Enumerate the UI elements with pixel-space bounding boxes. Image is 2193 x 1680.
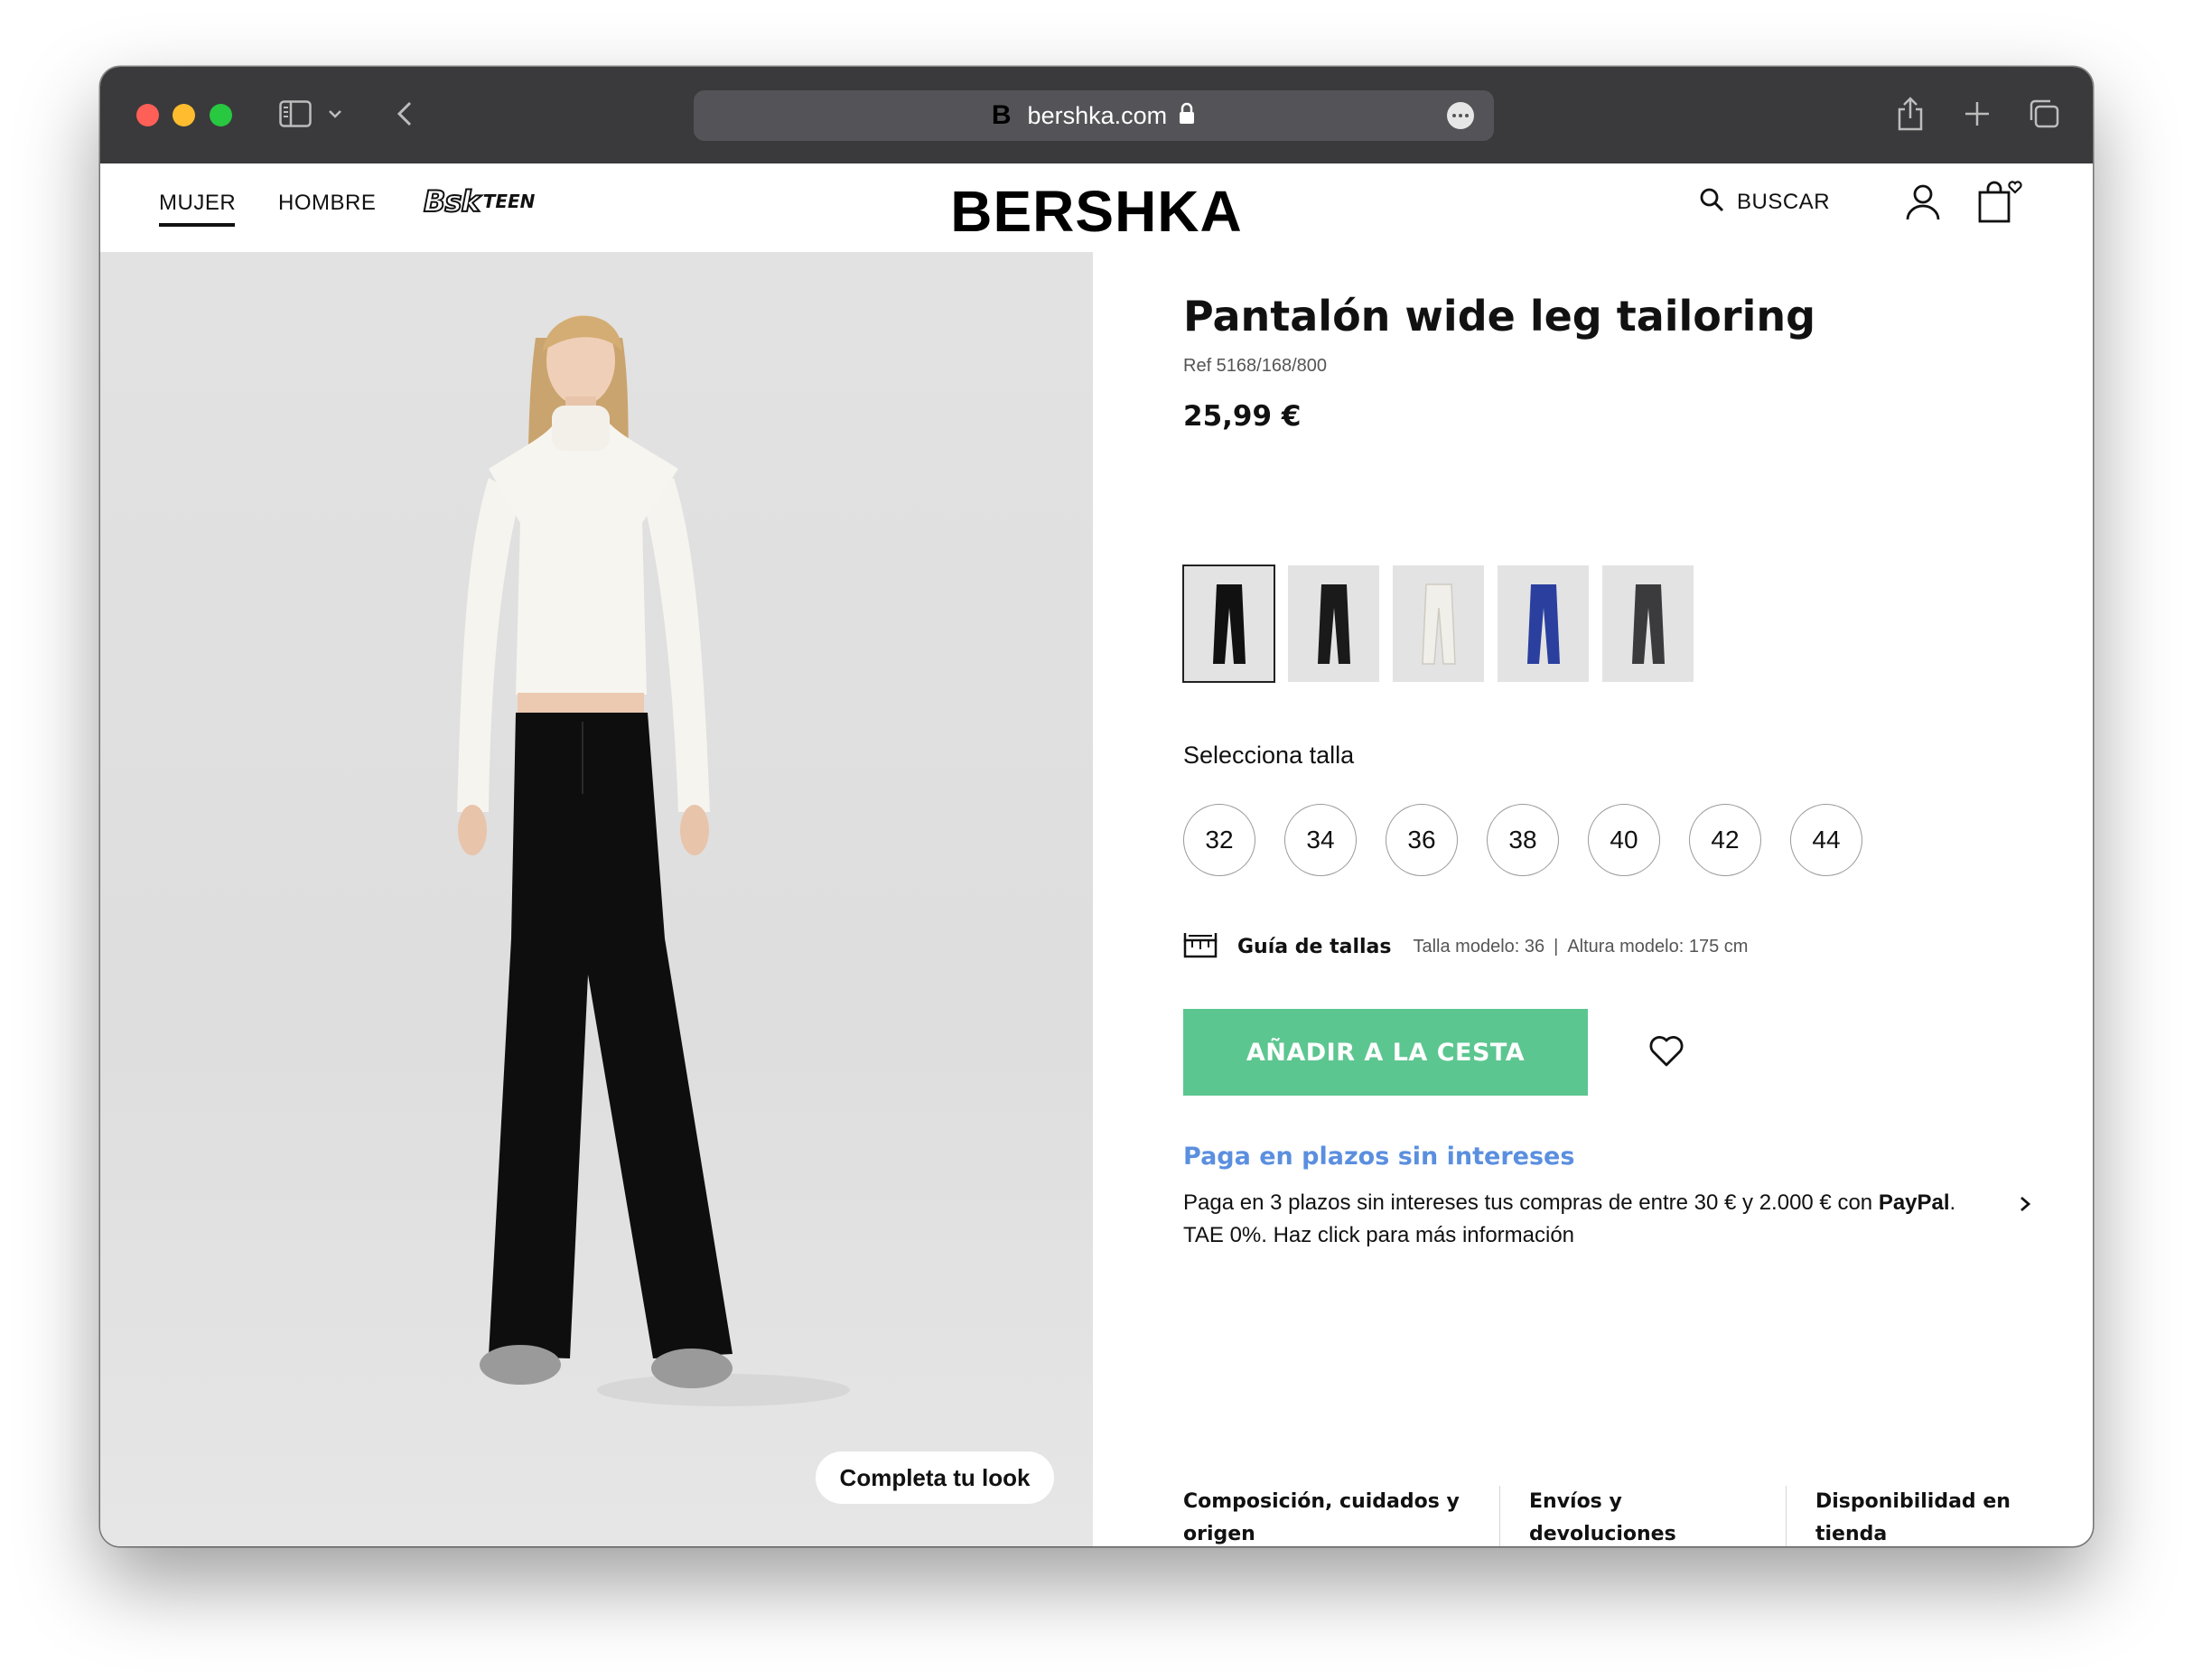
color-swatch-blue[interactable] (1498, 565, 1589, 682)
store-availability-link[interactable]: Disponibilidad en tienda (1786, 1486, 2057, 1546)
minimize-window-button[interactable] (173, 104, 195, 126)
model-size: Talla modelo: 36 (1413, 937, 1545, 957)
size-38-button[interactable]: 38 (1487, 804, 1559, 876)
model-photo (457, 315, 850, 1406)
size-42-button[interactable]: 42 (1689, 804, 1761, 876)
site-header: MUJER HOMBRE Bsk TEEN BERSHKA BUSCAR (100, 163, 2093, 252)
shopping-bag-icon[interactable] (1977, 180, 2024, 228)
lock-icon (1178, 102, 1196, 130)
user-icon[interactable] (1905, 183, 1941, 226)
trousers-thumbnail (1526, 583, 1560, 664)
model-separator: | (1554, 937, 1559, 957)
share-icon[interactable] (1892, 96, 1928, 132)
installments-text[interactable]: Paga en 3 plazos sin intereses tus compr… (1183, 1187, 1978, 1252)
new-tab-icon[interactable] (1959, 96, 1995, 132)
color-swatch-grey[interactable] (1602, 565, 1694, 682)
composition-link[interactable]: Composición, cuidados y origen (1183, 1486, 1499, 1546)
page-menu-icon[interactable] (1447, 102, 1474, 129)
maximize-window-button[interactable] (210, 104, 232, 126)
trousers-thumbnail (1421, 583, 1456, 665)
product-ref: Ref 5168/168/800 (1183, 356, 1328, 376)
size-34-button[interactable]: 34 (1284, 804, 1357, 876)
site-favicon: B (991, 100, 1012, 130)
browser-window: B bershka.com MUJER HOMBRE Bsk TEEN BERS… (100, 67, 2093, 1546)
size-guide-row: Guía de tallas Talla modelo: 36 | Altura… (1183, 931, 1748, 963)
size-selector: 32 34 36 38 40 42 44 (1183, 804, 1862, 876)
wishlist-heart-icon[interactable] (1648, 1034, 1684, 1073)
product-info: Pantalón wide leg tailoring Ref 5168/168… (1093, 252, 2093, 1546)
shipping-returns-link[interactable]: Envíos y devoluciones (1499, 1486, 1786, 1546)
sidebar-toggle-icon[interactable] (277, 96, 313, 132)
url-text: bershka.com (1027, 101, 1168, 129)
model-info: Talla modelo: 36 | Altura modelo: 175 cm (1413, 937, 1748, 957)
color-swatches (1182, 565, 1694, 683)
size-36-button[interactable]: 36 (1386, 804, 1458, 876)
installments-title[interactable]: Paga en plazos sin intereses (1183, 1143, 1574, 1171)
ruler-icon[interactable] (1183, 931, 1218, 963)
color-swatch-black[interactable] (1182, 565, 1275, 683)
size-44-button[interactable]: 44 (1790, 804, 1862, 876)
trousers-thumbnail (1631, 583, 1665, 664)
size-32-button[interactable]: 32 (1183, 804, 1255, 876)
info-links: Composición, cuidados y origen Envíos y … (1183, 1486, 2057, 1546)
search-button[interactable]: BUSCAR (1699, 187, 1830, 217)
add-to-cart-button[interactable]: AÑADIR A LA CESTA (1183, 1009, 1588, 1096)
browser-toolbar: B bershka.com (100, 67, 2093, 163)
size-heading: Selecciona talla (1183, 742, 1355, 769)
search-label: BUSCAR (1737, 189, 1831, 214)
chevron-right-icon[interactable] (2019, 1195, 2031, 1218)
paypal-label: PayPal (1878, 1190, 1950, 1215)
product-image[interactable]: Completa tu look (100, 252, 1093, 1546)
product-title: Pantalón wide leg tailoring (1183, 292, 1816, 341)
trousers-thumbnail (1317, 583, 1350, 664)
address-bar[interactable]: B bershka.com (694, 90, 1494, 141)
model-height: Altura modelo: 175 cm (1567, 937, 1749, 957)
complete-look-button[interactable]: Completa tu look (816, 1451, 1054, 1504)
trousers-thumbnail (1212, 583, 1246, 664)
tab-overview-icon[interactable] (2024, 96, 2064, 132)
color-swatch-ecru[interactable] (1393, 565, 1484, 682)
chevron-down-icon[interactable] (324, 96, 346, 132)
size-guide-link[interactable]: Guía de tallas (1237, 936, 1391, 958)
product-price: 25,99 € (1183, 400, 1302, 433)
size-40-button[interactable]: 40 (1588, 804, 1660, 876)
color-swatch-black-2[interactable] (1288, 565, 1379, 682)
search-icon (1699, 187, 1724, 217)
back-icon[interactable] (391, 96, 418, 132)
close-window-button[interactable] (136, 104, 159, 126)
